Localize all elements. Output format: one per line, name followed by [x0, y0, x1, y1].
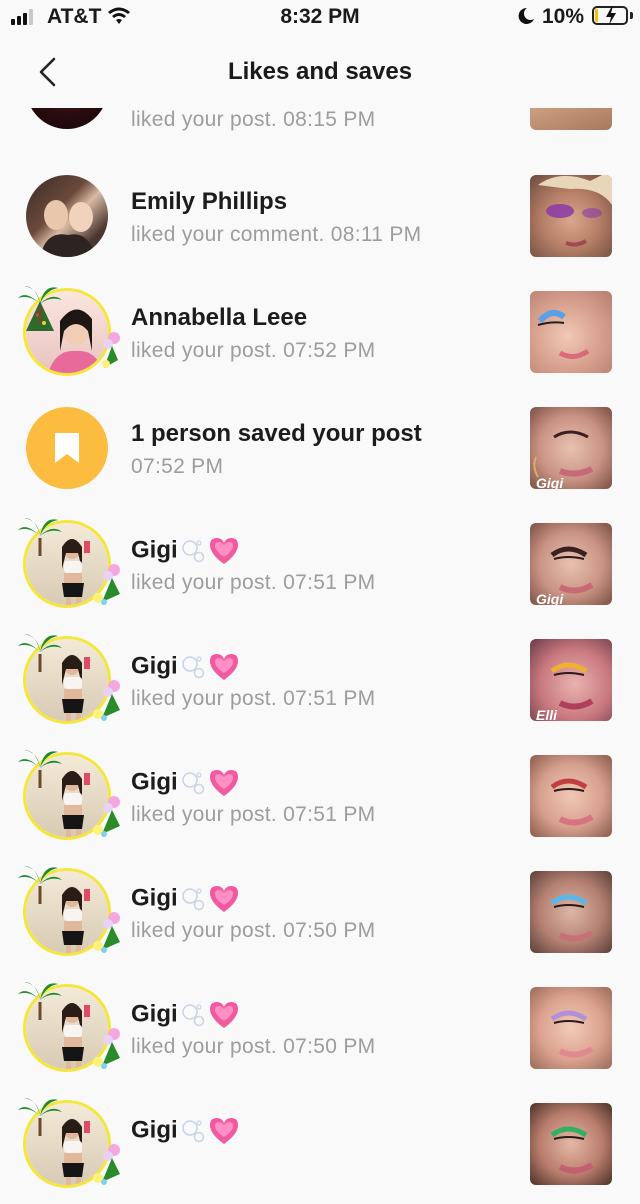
bubbles-emoji-icon — [181, 656, 204, 679]
bubbles-emoji-icon — [181, 540, 204, 563]
makeup-look — [538, 175, 612, 247]
charging-bolt-icon — [606, 6, 616, 25]
makeup-look — [537, 309, 590, 359]
notification-row[interactable]: Emily Phillips liked your comment. 08:11… — [0, 160, 640, 276]
thumbnail-caption: Gigi — [536, 475, 564, 489]
user-name[interactable]: Gigi — [131, 1116, 240, 1146]
post-thumbnail[interactable] — [530, 291, 612, 373]
user-name[interactable]: Gigi — [131, 768, 240, 798]
palm-sticker-icon — [18, 866, 62, 904]
thumbnail-caption: Gigi — [536, 591, 564, 605]
notification-text: liked your post. 07:52 PM — [131, 339, 376, 362]
status-bar: AT&T 8:32 PM 10% — [0, 0, 640, 36]
user-name-text: Gigi — [131, 652, 178, 680]
notification-row[interactable]: 1 person saved your post 07:52 PM Gigi — [0, 392, 640, 508]
bubbles-emoji-icon — [181, 1120, 204, 1143]
post-thumbnail[interactable]: Elli — [530, 639, 612, 721]
user-name-text: Gigi — [131, 884, 178, 912]
flower-sticker-icon — [93, 1144, 120, 1185]
makeup-look — [550, 1010, 594, 1058]
post-thumbnail[interactable] — [530, 871, 612, 953]
post-thumbnail[interactable]: Gigi — [530, 523, 612, 605]
navigation-bar: Likes and saves — [0, 36, 640, 108]
flower-sticker-icon — [93, 796, 120, 837]
bookmark-icon — [55, 433, 79, 463]
notification-text: liked your post. 07:51 PM — [131, 571, 376, 594]
post-thumbnail[interactable] — [530, 1103, 612, 1185]
flower-sticker-icon — [93, 680, 120, 721]
makeup-look — [550, 894, 594, 942]
notification-row[interactable]: Gigi liked your post. 07:51 PM Elli — [0, 624, 640, 740]
flower-sticker-icon — [93, 912, 120, 953]
bubbles-emoji-icon — [181, 1004, 204, 1027]
notification-text: liked your post. 07:50 PM — [131, 919, 376, 942]
makeup-look — [550, 778, 594, 826]
notification-row[interactable]: Gigi liked your post. 07:51 PM — [0, 740, 640, 856]
notification-text: liked your post. 07:51 PM — [131, 687, 376, 710]
notification-row[interactable]: Gigi — [0, 1088, 640, 1204]
post-thumbnail[interactable] — [530, 175, 612, 257]
notification-row[interactable]: Gigi liked your post. 07:50 PM — [0, 972, 640, 1088]
notification-text: liked your post. 07:50 PM — [131, 1035, 376, 1058]
user-name[interactable]: Annabella Leee — [131, 304, 307, 332]
battery-percent: 10% — [542, 5, 585, 28]
user-name[interactable]: Gigi — [131, 1000, 240, 1030]
battery-cap — [630, 12, 633, 19]
user-name[interactable]: Gigi — [131, 536, 240, 566]
palm-sticker-icon — [18, 286, 62, 324]
user-name[interactable]: Gigi — [131, 652, 240, 682]
flower-sticker-icon — [93, 564, 120, 605]
post-thumbnail[interactable] — [530, 755, 612, 837]
user-name-text: Gigi — [131, 768, 178, 796]
notification-list[interactable]: liked your post. 08:15 PM Emily Phillips… — [0, 0, 640, 1185]
thumbnail-caption: Elli — [536, 707, 558, 721]
growing-heart-emoji-icon — [209, 886, 238, 912]
avatar-photo — [40, 200, 96, 257]
growing-heart-emoji-icon — [209, 1002, 238, 1028]
user-name-text: Gigi — [131, 536, 178, 564]
palm-sticker-icon — [18, 518, 62, 556]
post-thumbnail[interactable] — [530, 987, 612, 1069]
user-name-text: Gigi — [131, 1116, 178, 1144]
palm-sticker-icon — [18, 1098, 62, 1136]
notification-text: liked your post. 08:15 PM — [131, 108, 376, 131]
user-name-text: Gigi — [131, 1000, 178, 1028]
makeup-look — [550, 1126, 594, 1174]
user-name[interactable]: Gigi — [131, 884, 240, 914]
notification-text: liked your comment. 08:11 PM — [131, 223, 422, 246]
growing-heart-emoji-icon — [209, 770, 238, 796]
growing-heart-emoji-icon — [209, 538, 238, 564]
notification-time: 07:52 PM — [131, 455, 224, 478]
saved-badge — [26, 407, 108, 489]
palm-sticker-icon — [18, 634, 62, 672]
notification-row[interactable]: Gigi liked your post. 07:50 PM — [0, 856, 640, 972]
growing-heart-emoji-icon — [209, 1118, 238, 1144]
flower-sticker-icon — [93, 1028, 120, 1069]
flower-sticker-icon — [102, 332, 120, 368]
palm-sticker-icon — [18, 982, 62, 1020]
growing-heart-emoji-icon — [209, 654, 238, 680]
do-not-disturb-moon-icon — [518, 7, 534, 24]
bubbles-emoji-icon — [181, 888, 204, 911]
notification-text: liked your post. 07:51 PM — [131, 803, 376, 826]
user-avatar[interactable] — [26, 175, 108, 257]
post-thumbnail[interactable]: Gigi — [530, 407, 612, 489]
palm-sticker-icon — [18, 750, 62, 788]
notification-row[interactable]: Gigi liked your post. 07:51 PM Gigi — [0, 508, 640, 624]
user-name[interactable]: Emily Phillips — [131, 188, 287, 216]
page-title: Likes and saves — [227, 58, 413, 85]
bubbles-emoji-icon — [181, 772, 204, 795]
notification-title: 1 person saved your post — [131, 420, 422, 447]
notification-row[interactable]: Annabella Leee liked your post. 07:52 PM — [0, 276, 640, 392]
